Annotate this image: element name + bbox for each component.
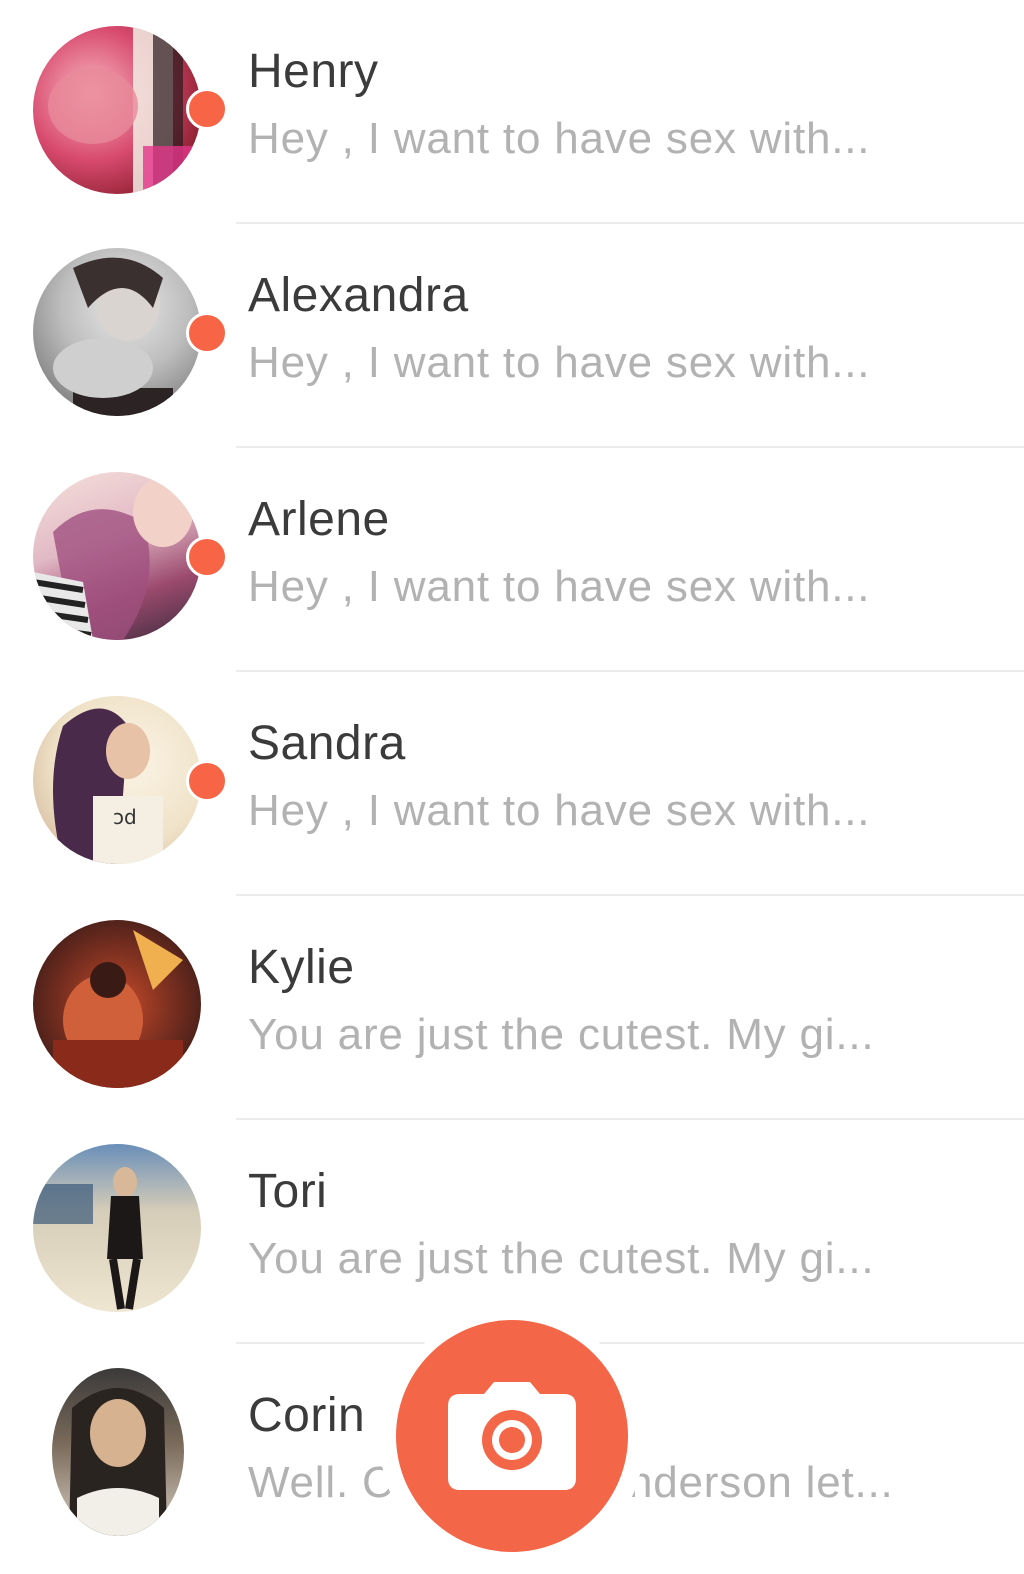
svg-text:ɔd: ɔd <box>113 805 137 829</box>
camera-icon <box>448 1382 576 1490</box>
conversation-row-arlene[interactable]: Arlene Hey , I want to have sex with... <box>0 448 1024 672</box>
user-photo-icon <box>48 26 201 194</box>
conversation-name: Arlene <box>248 493 390 546</box>
avatar <box>52 1368 184 1536</box>
conversation-row-kylie[interactable]: Kylie You are just the cutest. My gi... <box>0 896 1024 1120</box>
message-preview: Hey , I want to have sex with... <box>248 114 871 163</box>
message-preview: Hey , I want to have sex with... <box>248 562 871 611</box>
conversation-name: Henry <box>248 45 379 98</box>
message-preview: You are just the cutest. My gi... <box>248 1234 875 1283</box>
camera-button[interactable] <box>396 1320 628 1552</box>
conversation-name: Tori <box>248 1165 328 1218</box>
unread-indicator <box>186 88 228 130</box>
user-photo-icon <box>33 477 193 640</box>
avatar <box>33 248 201 416</box>
unread-indicator <box>186 536 228 578</box>
conversation-row-sandra[interactable]: ɔd Sandra Hey , I want to have sex with.… <box>0 672 1024 896</box>
message-preview-end: nderson let... <box>628 1458 894 1507</box>
conversation-name: Kylie <box>248 941 355 994</box>
user-photo-icon <box>69 1388 167 1536</box>
user-photo-icon <box>53 257 173 416</box>
conversation-name: Sandra <box>248 717 406 770</box>
conversation-name: Alexandra <box>248 269 469 322</box>
avatar <box>33 920 201 1088</box>
user-photo-icon <box>53 930 183 1088</box>
conversation-list: Henry Hey , I want to have sex with... A… <box>0 0 1024 1574</box>
conversation-row-henry[interactable]: Henry Hey , I want to have sex with... <box>0 0 1024 224</box>
message-preview: You are just the cutest. My gi... <box>248 1010 875 1059</box>
message-preview: Hey , I want to have sex with... <box>248 786 871 835</box>
avatar <box>33 26 201 194</box>
avatar <box>33 472 201 640</box>
message-preview-start: Well. C <box>248 1458 395 1507</box>
user-photo-icon <box>33 1167 143 1310</box>
user-photo-icon: ɔd <box>53 708 163 864</box>
unread-indicator <box>186 760 228 802</box>
conversation-name: Corin <box>248 1389 366 1442</box>
conversation-row-alexandra[interactable]: Alexandra Hey , I want to have sex with.… <box>0 224 1024 448</box>
avatar: ɔd <box>33 696 201 864</box>
avatar <box>33 1144 201 1312</box>
unread-indicator <box>186 312 228 354</box>
message-preview: Hey , I want to have sex with... <box>248 338 871 387</box>
